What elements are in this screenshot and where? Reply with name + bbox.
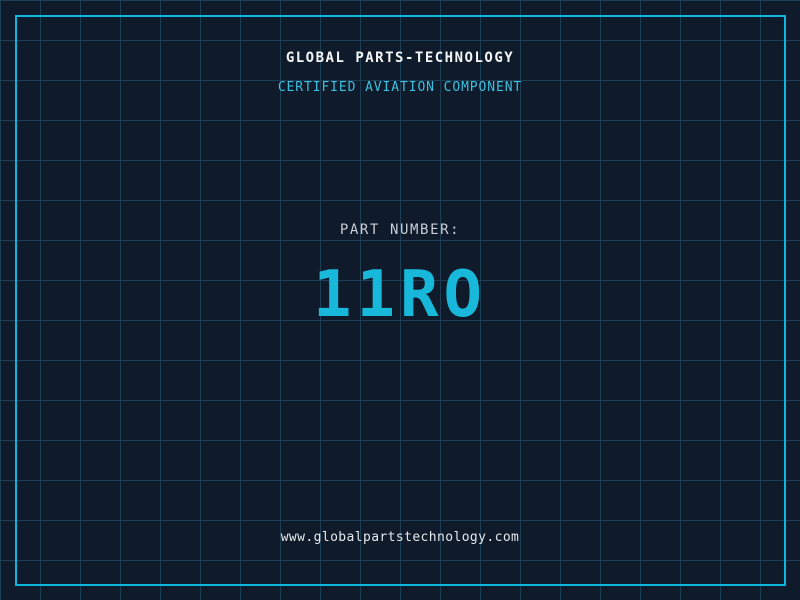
company-name-heading: GLOBAL PARTS-TECHNOLOGY	[285, 50, 515, 66]
website-url: www.globalpartstechnology.com	[280, 530, 520, 545]
certified-tagline: CERTIFIED AVIATION COMPONENT	[277, 80, 523, 95]
part-number-value: 11RO	[312, 258, 488, 332]
part-label-card: { "company": { "name": "GLOBAL PARTS-TEC…	[0, 0, 800, 600]
part-number-label: PART NUMBER:	[339, 222, 461, 238]
